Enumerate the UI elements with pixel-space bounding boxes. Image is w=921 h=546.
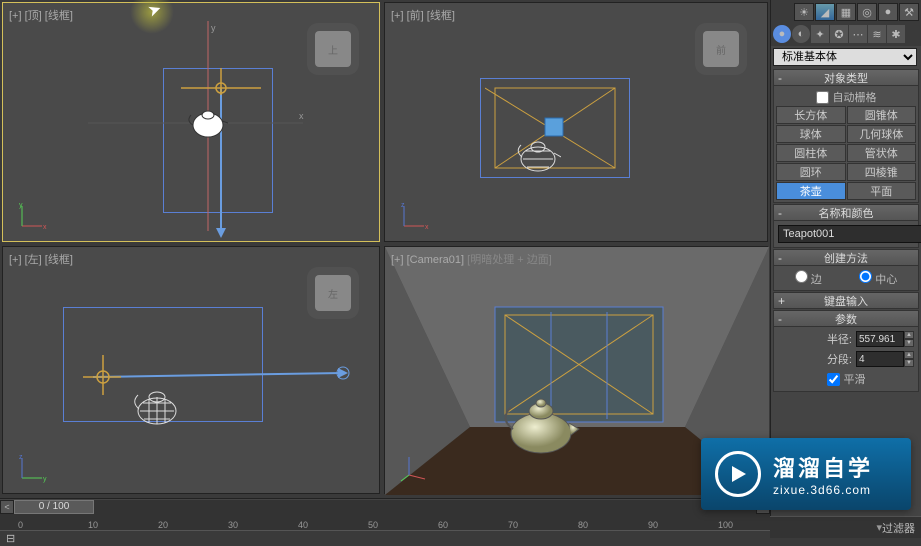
obj-sphere[interactable]: 球体 (776, 125, 846, 143)
time-slider-track[interactable]: 0 / 100 (14, 500, 756, 514)
hammer-icon[interactable]: ⚒ (899, 3, 919, 21)
radius-input[interactable] (856, 331, 904, 347)
status-bar: ⊟ (0, 530, 770, 546)
autogrid-checkbox[interactable] (816, 91, 829, 104)
time-ruler[interactable]: 0 10 20 30 40 50 60 70 80 90 100 (0, 514, 770, 530)
object-type-grid: 长方体 圆锥体 球体 几何球体 圆柱体 管状体 圆环 四棱锥 茶壶 平面 (776, 106, 916, 200)
lights-icon[interactable]: ✦ (811, 25, 829, 43)
smooth-label: 平滑 (844, 371, 866, 387)
rollout-creation-method[interactable]: - 创建方法 (773, 249, 919, 266)
obj-geosphere[interactable]: 几何球体 (847, 125, 917, 143)
svg-text:x: x (425, 224, 429, 231)
rollout-name-color[interactable]: - 名称和颜色 (773, 204, 919, 221)
spacewarps-icon[interactable]: ≋ (868, 25, 886, 43)
obj-tube[interactable]: 管状体 (847, 144, 917, 162)
spinner-down-icon[interactable]: ▼ (904, 339, 914, 347)
target-icon[interactable]: ◎ (857, 3, 877, 21)
rollout-parameters[interactable]: - 参数 (773, 310, 919, 327)
main-toolbar-icons: ☀ ◢ ▦ ◎ ● ⚒ (771, 0, 921, 24)
viewcube-front[interactable]: 前 (703, 31, 739, 67)
plus-icon: + (778, 294, 785, 308)
minus-icon: - (778, 251, 782, 265)
spinner-up-icon[interactable]: ▲ (904, 331, 914, 339)
viewport-top[interactable]: [+] [顶] [线框] 上 y x xy (2, 2, 380, 242)
autogrid-label: 自动栅格 (833, 89, 877, 105)
object-name-input[interactable] (778, 225, 921, 243)
filter-label[interactable]: 过滤器 (882, 520, 915, 536)
brand-watermark: 溜溜自学 zixue.3d66.com (701, 438, 911, 510)
rollout-object-type[interactable]: - 对象类型 (773, 69, 919, 86)
play-icon (715, 451, 761, 497)
brand-name-cn: 溜溜自学 (773, 451, 873, 483)
viewport-top-label[interactable]: [+] [顶] [线框] (9, 7, 73, 23)
viewport-camera-label[interactable]: [+] [Camera01] [明暗处理 + 边面] (391, 251, 552, 267)
track-toggle-icon[interactable]: ⊟ (6, 532, 15, 545)
svg-text:x: x (299, 111, 304, 121)
obj-torus[interactable]: 圆环 (776, 163, 846, 181)
teapot-render-icon[interactable]: ● (878, 3, 898, 21)
segments-spinner[interactable]: ▲▼ (856, 351, 914, 367)
geometry-icon[interactable]: ● (773, 25, 791, 43)
obj-plane[interactable]: 平面 (847, 182, 917, 200)
obj-pyramid[interactable]: 四棱锥 (847, 163, 917, 181)
radius-spinner[interactable]: ▲▼ (856, 331, 914, 347)
helpers-icon[interactable]: ⋯ (849, 25, 867, 43)
create-category-row: ● ◐ ✦ ✪ ⋯ ≋ ✱ (771, 24, 921, 46)
minus-icon: - (778, 206, 782, 220)
rollout-keyboard-entry[interactable]: + 键盘输入 (773, 292, 919, 309)
obj-box[interactable]: 长方体 (776, 106, 846, 124)
obj-teapot[interactable]: 茶壶 (776, 182, 846, 200)
viewport-front[interactable]: [+] [前] [线框] 前 x z (384, 2, 768, 242)
radius-label: 半径: (827, 331, 852, 347)
minus-icon: - (778, 312, 782, 326)
obj-cylinder[interactable]: 圆柱体 (776, 144, 846, 162)
viewport-left-label[interactable]: [+] [左] [线框] (9, 251, 73, 267)
timeline-prev-button[interactable]: < (0, 500, 14, 514)
brand-name-en: zixue.3d66.com (773, 483, 873, 497)
systems-icon[interactable]: ✱ (887, 25, 905, 43)
render-icon[interactable]: ◢ (815, 3, 835, 21)
sun-icon[interactable]: ☀ (794, 3, 814, 21)
minus-icon: - (778, 71, 782, 85)
viewport-area: ➤ [+] [顶] [线框] 上 y x xy [+] [前] [线框] 前 (0, 0, 770, 498)
segments-input[interactable] (856, 351, 904, 367)
cameras-icon[interactable]: ✪ (830, 25, 848, 43)
viewport-front-label[interactable]: [+] [前] [线框] (391, 7, 455, 23)
obj-cone[interactable]: 圆锥体 (847, 106, 917, 124)
spinner-down-icon[interactable]: ▼ (904, 359, 914, 367)
svg-text:y: y (211, 23, 216, 33)
spinner-up-icon[interactable]: ▲ (904, 351, 914, 359)
viewport-left[interactable]: [+] [左] [线框] 左 yz (2, 246, 380, 494)
primitive-dropdown[interactable]: 标准基本体 (773, 48, 917, 66)
graph-icon[interactable]: ▦ (836, 3, 856, 21)
timeline: < 0 / 100 > 0 10 20 30 40 50 60 70 80 90… (0, 498, 770, 538)
radio-edge[interactable]: 边 (795, 270, 822, 287)
svg-text:z: z (401, 202, 405, 209)
bottom-right-bar: ▾ 过滤器 (770, 516, 921, 538)
shapes-icon[interactable]: ◐ (792, 25, 810, 43)
time-slider-handle[interactable]: 0 / 100 (14, 500, 94, 514)
smooth-checkbox[interactable] (827, 373, 840, 386)
radio-center[interactable]: 中心 (859, 270, 897, 287)
segments-label: 分段: (827, 351, 852, 367)
